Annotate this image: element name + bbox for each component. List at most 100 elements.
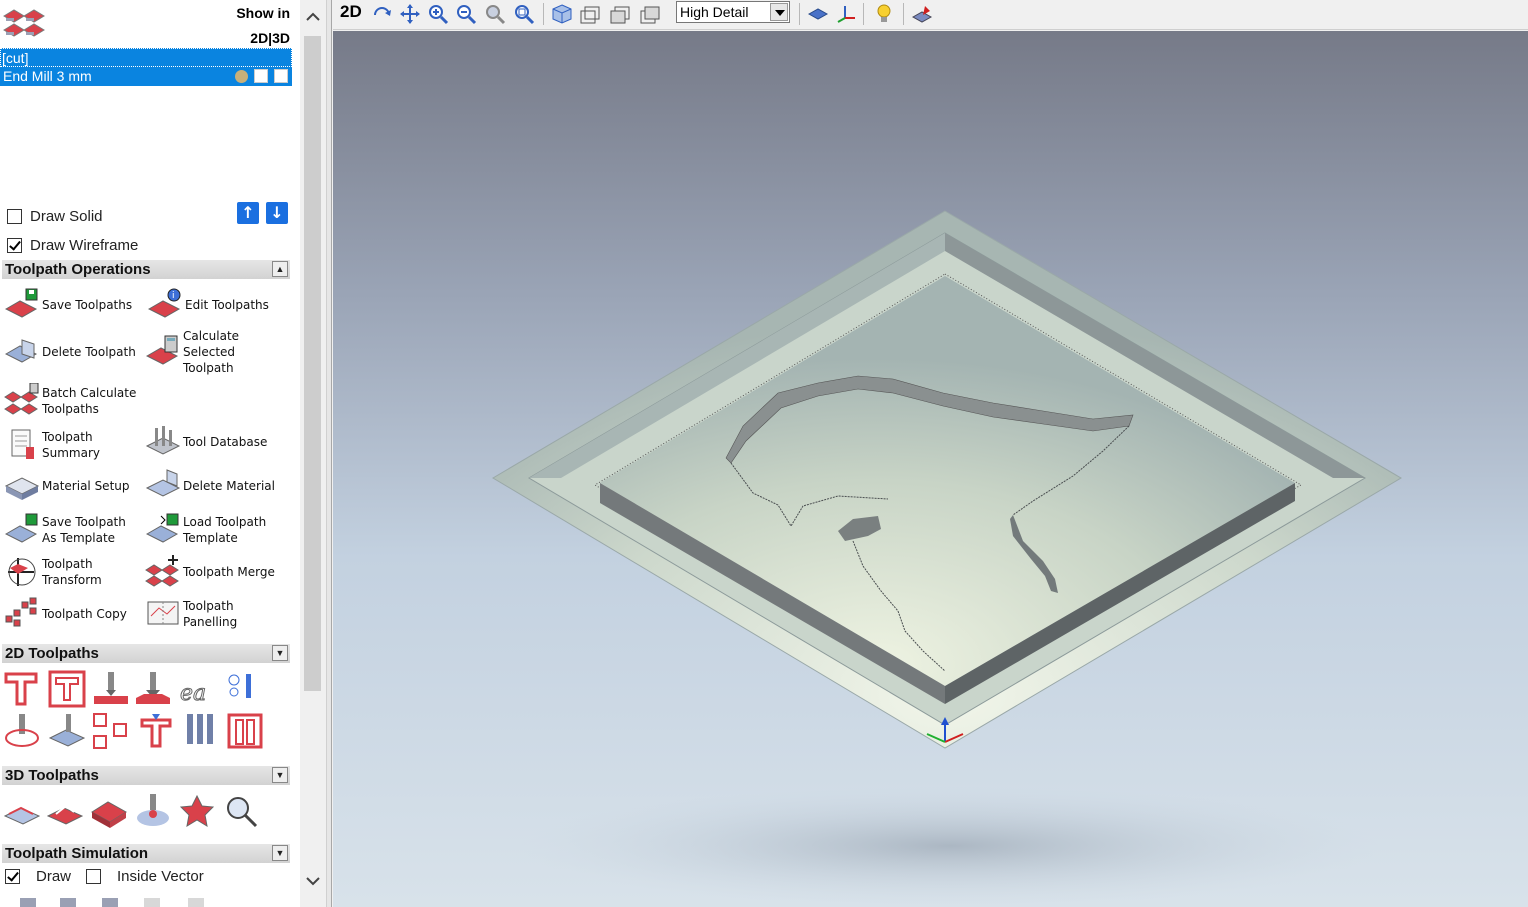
zoom-out-icon[interactable] <box>455 3 477 25</box>
pocket-toolpath-icon[interactable] <box>48 670 86 708</box>
material-display-icon[interactable] <box>807 3 829 25</box>
move-up-button[interactable]: ↑ <box>237 202 259 224</box>
simulation-draw-option[interactable]: Draw <box>5 868 71 885</box>
axes-icon[interactable] <box>835 3 857 25</box>
toolpath-list: [cut] End Mill 3 mm <box>0 48 292 86</box>
toolpath-summary-icon <box>11 429 34 459</box>
texture-toolpath-icon[interactable] <box>48 712 86 750</box>
3d-star-relief-icon[interactable] <box>178 792 216 830</box>
save-template-icon <box>4 513 38 543</box>
zoom-all-icon[interactable] <box>484 3 506 25</box>
save-toolpaths-icon <box>4 288 38 318</box>
vcarve-toolpath-icon[interactable]: ea <box>178 670 216 708</box>
toolpath-copy-button[interactable]: Toolpath Copy <box>4 596 127 632</box>
draw-wireframe-checkbox[interactable] <box>7 238 22 253</box>
simulation-draw-checkbox[interactable] <box>5 869 20 884</box>
top-view-icon[interactable] <box>579 3 601 25</box>
save-toolpaths-button[interactable]: Save Toolpaths <box>4 287 132 323</box>
draw-solid-checkbox[interactable] <box>7 209 22 224</box>
draw-solid-label: Draw Solid <box>30 208 103 225</box>
detail-level-select[interactable]: High Detail <box>676 1 790 23</box>
material-setup-button[interactable]: Material Setup <box>4 468 130 504</box>
3d-finishing-icon[interactable] <box>46 792 84 830</box>
front-view-icon[interactable] <box>609 3 631 25</box>
save-toolpath-template-button[interactable]: Save Toolpath As Template <box>4 512 126 548</box>
toolpath-color-dot[interactable] <box>235 70 248 83</box>
edit-toolpaths-icon: i <box>147 288 181 318</box>
rotate-icon[interactable] <box>371 3 393 25</box>
view-toolbar: 2D High Detail <box>333 0 1528 30</box>
collapse-icon[interactable]: ▼ <box>272 845 288 861</box>
move-down-button[interactable]: ↓ <box>266 202 288 224</box>
delete-toolpath-icon <box>4 339 38 363</box>
toolpath-transform-icon <box>8 558 36 586</box>
render-settings-icon[interactable] <box>911 3 933 25</box>
toolpath-summary-button[interactable]: Toolpath Summary <box>4 427 100 463</box>
material-block-render <box>492 210 1402 906</box>
toolpath-transform-button[interactable]: Toolpath Transform <box>4 554 102 590</box>
drill-order-icon[interactable] <box>92 712 130 750</box>
3d-viewport[interactable] <box>333 31 1528 907</box>
fluting-toolpath-icon[interactable] <box>3 712 41 750</box>
2d-toolpaths-header[interactable]: 2D Toolpaths ▼ <box>2 644 290 663</box>
3d-preview-search-icon[interactable] <box>222 792 260 830</box>
inside-vector-checkbox[interactable] <box>86 869 101 884</box>
zoom-window-icon[interactable] <box>513 3 535 25</box>
2d-view-button[interactable]: 2D <box>340 2 362 22</box>
inlay-toolpath-icon[interactable] <box>222 670 260 708</box>
tool-database-button[interactable]: Tool Database <box>145 424 267 460</box>
moulding-toolpath-icon[interactable] <box>138 712 176 750</box>
quick-engrave-toolpath-icon[interactable] <box>134 670 172 708</box>
material-setup-icon <box>4 477 40 500</box>
dropdown-arrow-icon[interactable] <box>770 3 788 21</box>
collapse-icon[interactable]: ▲ <box>272 261 288 277</box>
svg-text:i: i <box>172 291 175 301</box>
calculate-toolpath-icon <box>145 335 179 365</box>
section-title: 3D Toolpaths <box>5 767 99 784</box>
detail-level-value: High Detail <box>680 4 749 20</box>
toolpath-row[interactable]: End Mill 3 mm <box>0 67 292 86</box>
toolpath-simulation-header[interactable]: Toolpath Simulation ▼ <box>2 844 290 863</box>
collapse-icon[interactable]: ▼ <box>272 767 288 783</box>
draw-solid-option[interactable]: Draw Solid <box>7 208 103 225</box>
panel-splitter[interactable] <box>326 0 332 907</box>
toolpath-merge-button[interactable]: Toolpath Merge <box>145 554 275 590</box>
scroll-up-icon[interactable] <box>304 8 322 26</box>
scroll-down-icon[interactable] <box>304 872 322 890</box>
calculate-selected-toolpath-button[interactable]: Calculate Selected Toolpath <box>145 328 239 376</box>
load-template-icon <box>145 513 179 543</box>
collapse-icon[interactable]: ▼ <box>272 645 288 661</box>
pan-icon[interactable] <box>399 3 421 25</box>
load-toolpath-template-button[interactable]: Load Toolpath Template <box>145 512 266 548</box>
3d-roughing-icon[interactable] <box>3 792 41 830</box>
profile-toolpath-icon[interactable] <box>3 670 41 708</box>
delete-material-icon <box>145 469 181 497</box>
side-view-icon[interactable] <box>639 3 661 25</box>
lighting-bulb-icon[interactable] <box>873 3 895 25</box>
toolpath-operations-header[interactable]: Toolpath Operations ▲ <box>2 260 290 279</box>
show-in-2d-3d-toggle[interactable]: 2D|3D <box>200 30 290 46</box>
toolpath-panelling-button[interactable]: Toolpath Panelling <box>145 596 237 632</box>
drilling-toolpath-icon[interactable] <box>92 670 130 708</box>
delete-toolpath-button[interactable]: Delete Toolpath <box>4 334 136 370</box>
iso-view-icon[interactable] <box>551 3 573 25</box>
show-in-2d-checkbox[interactable] <box>254 69 268 83</box>
toolpath-group-row[interactable]: [cut] <box>0 48 292 67</box>
inside-vector-option[interactable]: Inside Vector <box>86 868 204 885</box>
edit-toolpaths-button[interactable]: i Edit Toolpaths <box>147 287 269 323</box>
simulation-controls-partial <box>20 898 204 907</box>
dovetail-toolpath-icon[interactable] <box>226 712 264 750</box>
toolpath-panelling-icon <box>147 601 179 625</box>
delete-material-button[interactable]: Delete Material <box>145 468 275 504</box>
show-in-3d-checkbox[interactable] <box>274 69 288 83</box>
3d-toolpaths-header[interactable]: 3D Toolpaths ▼ <box>2 766 290 785</box>
panel-scrollbar[interactable] <box>300 0 326 907</box>
batch-calculate-button[interactable]: Batch Calculate Toolpaths <box>4 383 136 419</box>
toolpath-copy-icon <box>5 597 37 627</box>
3d-profiling-icon[interactable] <box>90 792 128 830</box>
zoom-in-icon[interactable] <box>427 3 449 25</box>
draw-wireframe-option[interactable]: Draw Wireframe <box>7 237 138 254</box>
3d-rotary-icon[interactable] <box>134 792 172 830</box>
prism-toolpath-icon[interactable] <box>183 712 221 750</box>
scroll-thumb[interactable] <box>304 36 321 691</box>
